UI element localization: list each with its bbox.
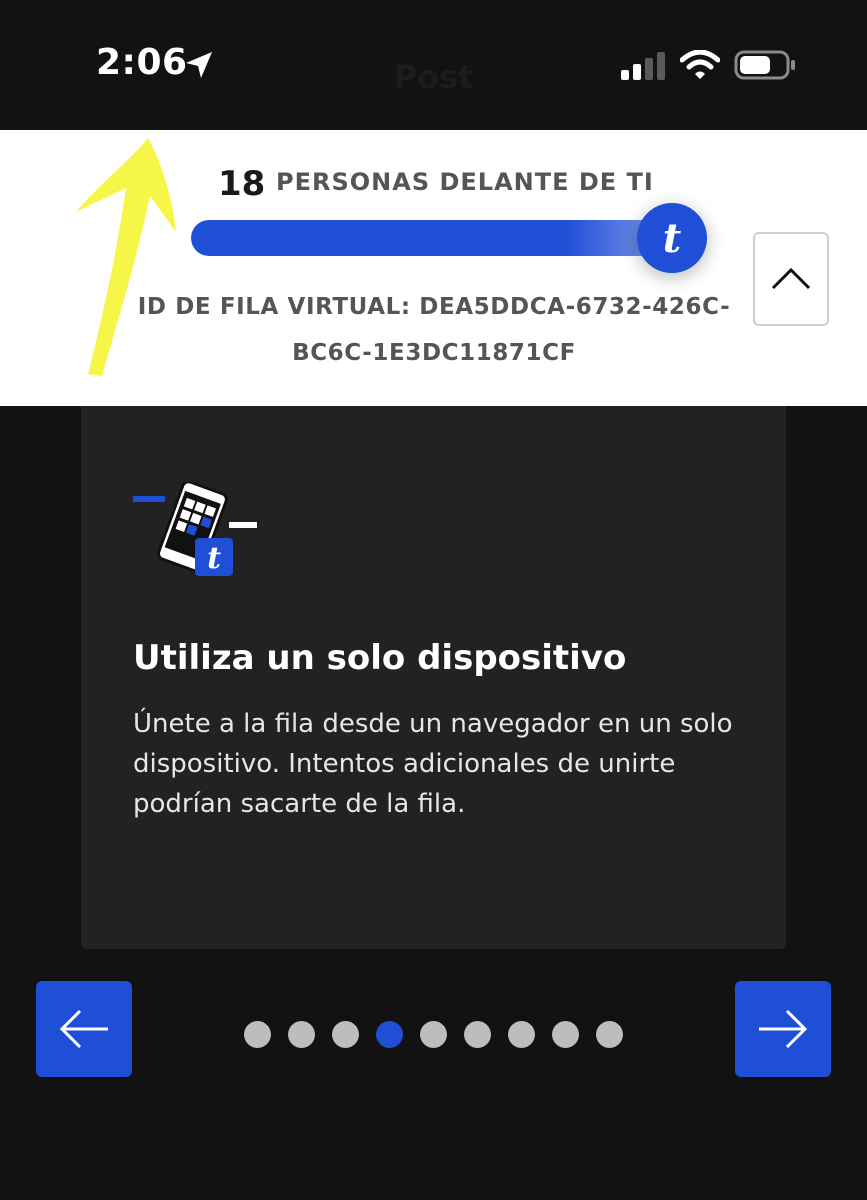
arrow-left-icon (59, 1009, 108, 1049)
next-button[interactable] (735, 981, 831, 1077)
carousel-pager (244, 1021, 640, 1048)
previous-button[interactable] (36, 981, 132, 1077)
annotation-arrow (76, 138, 176, 376)
pager-dot[interactable] (376, 1021, 403, 1048)
illustration-badge-glyph: t (207, 541, 221, 576)
chevron-up-icon (771, 267, 811, 290)
info-card: t Utiliza un solo dispositivo Únete a la… (81, 406, 786, 949)
pager-dot[interactable] (244, 1021, 271, 1048)
pager-dot[interactable] (508, 1021, 535, 1048)
pager-dot[interactable] (464, 1021, 491, 1048)
collapse-button[interactable] (753, 232, 829, 326)
battery-icon (734, 50, 795, 80)
card-title: Utiliza un solo dispositivo (133, 638, 627, 678)
pager-dot[interactable] (420, 1021, 447, 1048)
pager-dot[interactable] (332, 1021, 359, 1048)
single-device-illustration-icon: t (133, 482, 257, 576)
pager-dot[interactable] (288, 1021, 315, 1048)
wifi-icon (680, 50, 720, 79)
queue-progress-bar (191, 220, 671, 256)
people-ahead-label: PERSONAS DELANTE DE TI (276, 168, 654, 196)
card-body: Únete a la fila desde un navegador en un… (133, 709, 733, 819)
cellular-signal-icon (621, 52, 665, 80)
arrow-right-icon (759, 1009, 808, 1049)
queue-progress-knob: t (637, 203, 707, 273)
pager-dot[interactable] (552, 1021, 579, 1048)
pager-dot[interactable] (596, 1021, 623, 1048)
